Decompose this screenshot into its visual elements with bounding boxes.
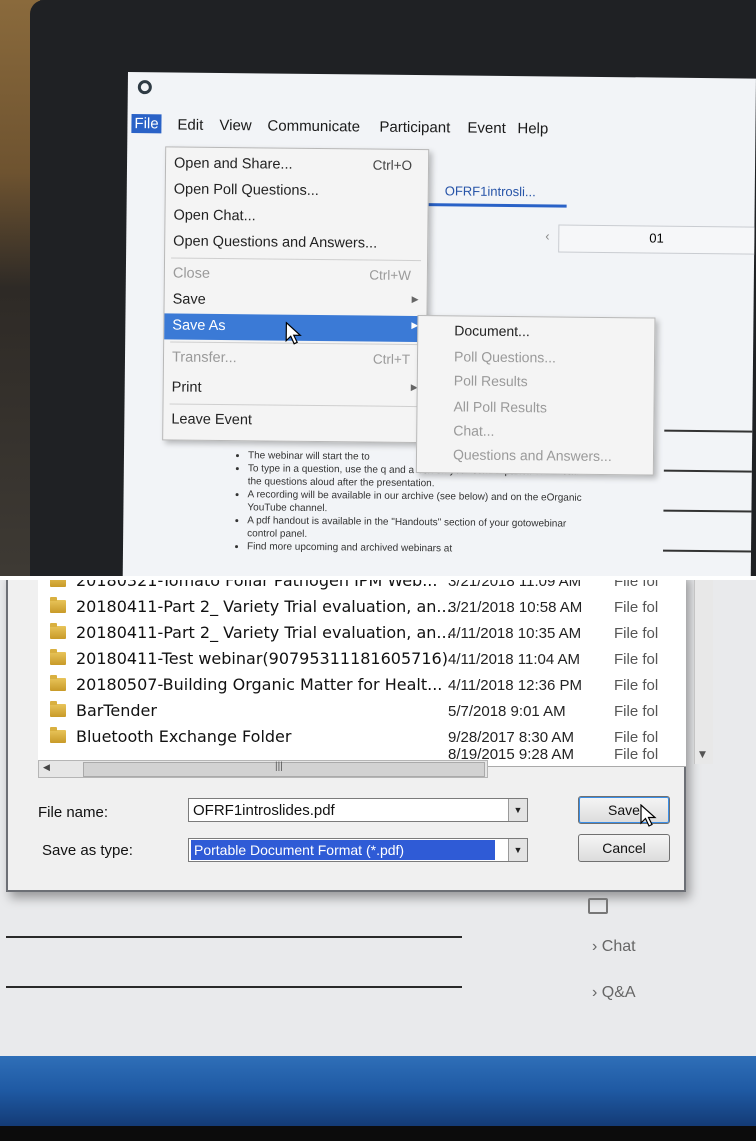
- slide-line: [663, 509, 754, 513]
- slide-bullet: A recording will be available in our arc…: [247, 488, 593, 518]
- scroll-down-icon[interactable]: ▼: [699, 750, 706, 760]
- monitor-bottom-bezel: [0, 1126, 756, 1141]
- list-item[interactable]: BarTender 5/7/2018 9:01 AM File fol: [38, 698, 686, 724]
- menu-item-close[interactable]: Close Ctrl+W: [165, 261, 427, 290]
- submenu-item-poll-results[interactable]: Poll Results: [454, 372, 528, 389]
- folder-icon: [50, 701, 66, 717]
- app-logo-icon: [137, 80, 152, 95]
- save-as-submenu: Document... Poll Questions... Poll Resul…: [415, 315, 656, 476]
- menu-participant[interactable]: Participant: [379, 119, 450, 137]
- file-list: 20180321-Tomato Foliar Pathogen IPM Web.…: [38, 580, 713, 767]
- menu-communicate[interactable]: Communicate: [267, 117, 360, 135]
- horizontal-scrollbar[interactable]: ◀ |||: [38, 760, 488, 778]
- save-as-type-value: Portable Document Format (*.pdf): [191, 840, 495, 860]
- mouse-pointer-icon: [285, 321, 302, 345]
- chevron-right-icon: ›: [592, 938, 598, 955]
- menu-item-open-chat[interactable]: Open Chat...: [165, 203, 427, 232]
- file-name-label: File name:: [38, 804, 109, 821]
- slide-line: [664, 429, 755, 433]
- menu-file[interactable]: File: [131, 114, 162, 134]
- chat-window-icon: [588, 898, 608, 914]
- menu-view[interactable]: View: [219, 117, 251, 134]
- list-item[interactable]: 20180507-Building Organic Matter for Hea…: [38, 672, 686, 698]
- submenu-item-all-poll-results[interactable]: All Poll Results: [453, 398, 547, 415]
- file-name-value: OFRF1introslides.pdf: [193, 802, 335, 819]
- submenu-item-poll-questions[interactable]: Poll Questions...: [454, 348, 556, 365]
- app-screen: File Edit View Communicate Participant E…: [122, 72, 756, 576]
- menu-item-save[interactable]: Save ▶: [164, 287, 426, 316]
- list-item[interactable]: 20180321-Tomato Foliar Pathogen IPM Web.…: [38, 580, 686, 594]
- slide-bullet: Find more upcoming and archived webinars…: [247, 540, 593, 557]
- vertical-scrollbar[interactable]: ▼: [694, 580, 713, 764]
- top-photo: File Edit View Communicate Participant E…: [0, 0, 756, 576]
- menu-item-open-and-share[interactable]: Open and Share... Ctrl+O: [166, 151, 428, 180]
- chevron-down-icon[interactable]: ▼: [508, 839, 527, 861]
- document-tab[interactable]: OFRF1introsli...: [445, 183, 536, 199]
- file-name-input[interactable]: OFRF1introslides.pdf ▼: [188, 798, 528, 822]
- scrollbar-grip-icon: |||: [275, 761, 283, 772]
- file-menu: Open and Share... Ctrl+O Open Poll Quest…: [162, 146, 430, 444]
- submenu-item-document[interactable]: Document...: [454, 322, 530, 339]
- page-number: 01: [649, 230, 664, 246]
- folder-icon: [50, 580, 66, 587]
- folder-icon: [50, 623, 66, 639]
- menu-divider: [171, 257, 422, 262]
- save-as-type-select[interactable]: Portable Document Format (*.pdf) ▼: [188, 838, 528, 862]
- menu-item-open-poll-questions[interactable]: Open Poll Questions...: [166, 177, 428, 206]
- scrollbar-thumb[interactable]: [83, 762, 485, 777]
- menu-divider: [169, 403, 420, 408]
- tab-underline: [426, 203, 567, 208]
- menu-item-open-qa[interactable]: Open Questions and Answers...: [165, 229, 427, 258]
- bottom-photo: 20180321-Tomato Foliar Pathogen IPM Web.…: [0, 580, 756, 1141]
- menu-help[interactable]: Help: [517, 120, 548, 137]
- slide-line: [6, 936, 462, 938]
- chevron-down-icon[interactable]: ▼: [508, 799, 527, 821]
- scroll-left-icon[interactable]: ◀: [43, 762, 50, 773]
- slide-line: [663, 469, 754, 473]
- submenu-arrow-icon: ▶: [411, 293, 419, 305]
- menu-edit[interactable]: Edit: [177, 117, 203, 134]
- folder-icon: [50, 727, 66, 743]
- save-as-type-label: Save as type:: [42, 842, 133, 859]
- list-item[interactable]: 20180411-Part 2_ Variety Trial evaluatio…: [38, 594, 686, 620]
- folder-icon: [50, 597, 66, 613]
- submenu-item-chat[interactable]: Chat...: [453, 422, 494, 438]
- menu-bar: File Edit View Communicate Participant E…: [127, 112, 755, 147]
- chevron-right-icon: ›: [592, 984, 598, 1001]
- slide-line: [663, 549, 754, 553]
- side-panel-qa[interactable]: › Q&A: [592, 984, 636, 1002]
- menu-item-transfer[interactable]: Transfer... Ctrl+T: [164, 345, 426, 374]
- slide-line: [6, 986, 462, 988]
- menu-item-print[interactable]: Print ▶: [164, 375, 426, 404]
- save-as-dialog: 20180321-Tomato Foliar Pathogen IPM Web.…: [6, 580, 713, 892]
- folder-icon: [50, 649, 66, 665]
- slide-bullet: A pdf handout is available in the "Hando…: [247, 514, 593, 544]
- list-item[interactable]: 20180411-Part 2_ Variety Trial evaluatio…: [38, 620, 686, 646]
- previous-page-icon[interactable]: ‹: [545, 228, 550, 243]
- side-panel-chat[interactable]: › Chat: [592, 938, 636, 956]
- folder-icon: [50, 675, 66, 691]
- cancel-button[interactable]: Cancel: [578, 834, 670, 862]
- page-selector[interactable]: ‹ 01: [545, 224, 756, 255]
- menu-event[interactable]: Event: [467, 120, 506, 137]
- menu-item-leave-event[interactable]: Leave Event: [163, 407, 425, 436]
- submenu-item-questions-and-answers[interactable]: Questions and Answers...: [453, 446, 612, 464]
- mouse-pointer-icon: [640, 804, 657, 827]
- list-item[interactable]: 20180411-Test webinar(90795311181605716)…: [38, 646, 686, 672]
